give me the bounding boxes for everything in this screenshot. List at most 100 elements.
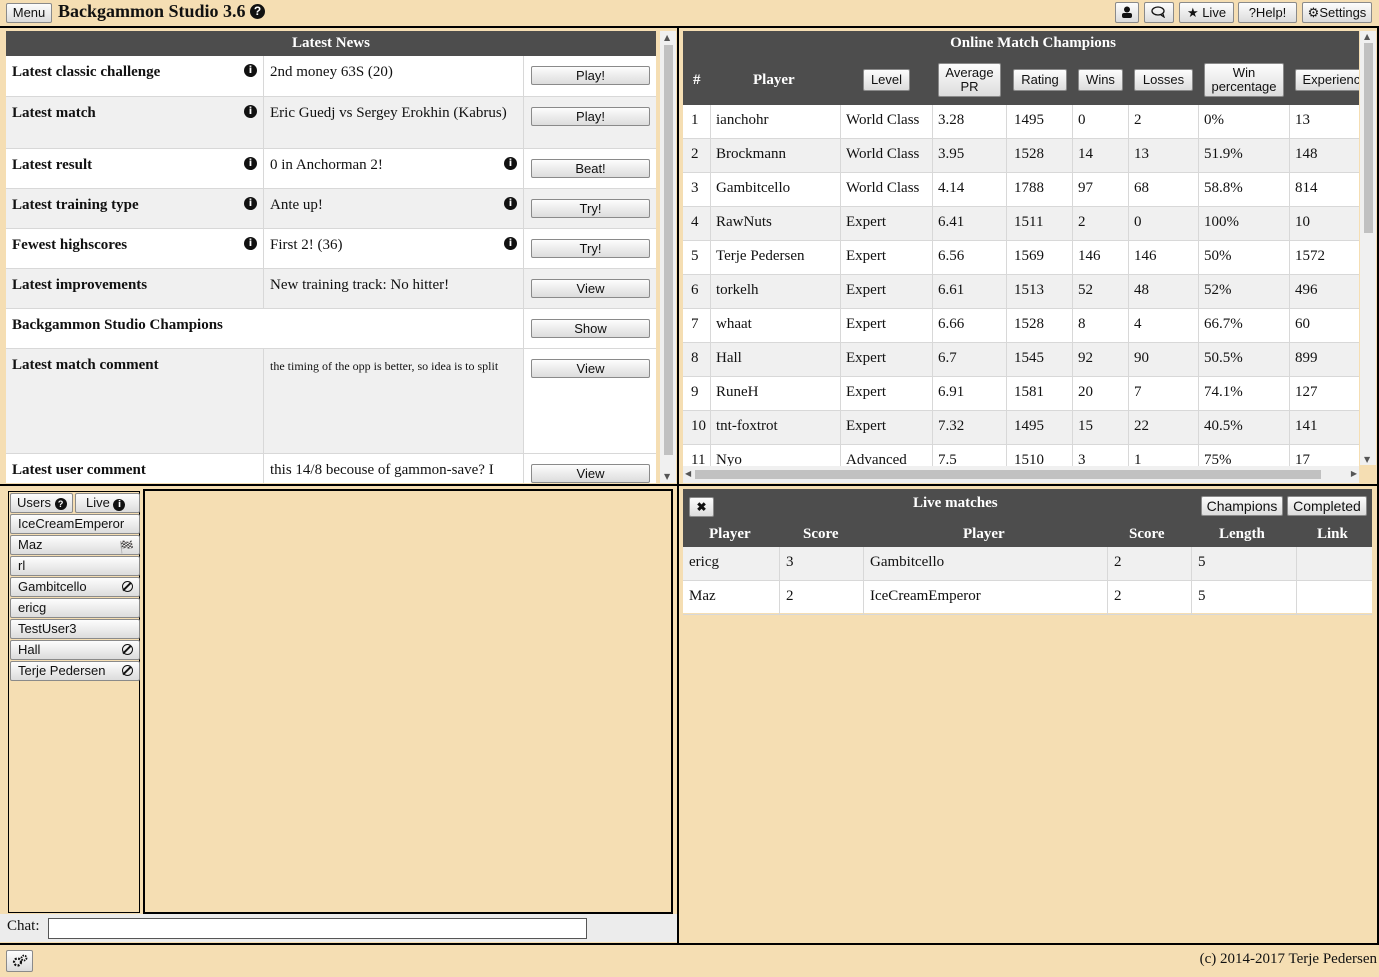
info-icon[interactable]: i <box>244 237 257 250</box>
champion-row[interactable]: 8 Hall Expert 6.7 1545 92 90 50.5% 899 <box>683 343 1359 377</box>
menu-button[interactable]: Menu <box>6 3 52 23</box>
champion-row[interactable]: 7 whaat Expert 6.66 1528 8 4 66.7% 60 <box>683 309 1359 343</box>
user-list-item[interactable]: IceCreamEmperor <box>10 514 140 534</box>
beat-button[interactable]: Beat! <box>531 159 650 178</box>
champion-row[interactable]: 10 tnt-foxtrot Expert 7.32 1495 15 22 40.5% 141 <box>683 411 1359 445</box>
user-list-item[interactable]: Terje Pedersen <box>10 661 140 681</box>
champions-button[interactable]: Champions <box>1201 496 1283 516</box>
champion-row[interactable]: 6 torkelh Expert 6.61 1513 52 48 52% 496 <box>683 275 1359 309</box>
champion-level-cell: Expert <box>846 316 886 332</box>
live-button[interactable]: ★ Live <box>1179 2 1234 23</box>
champion-rank-cell: 3 <box>691 180 699 196</box>
try-button[interactable]: Try! <box>531 199 650 218</box>
info-icon[interactable]: i <box>504 237 517 250</box>
user-list-item[interactable]: TestUser3 <box>10 619 140 639</box>
live-tab[interactable]: Live i <box>75 493 140 513</box>
scroll-thumb[interactable] <box>1364 43 1373 233</box>
user-icon-button[interactable] <box>1115 2 1139 23</box>
user-list-item[interactable]: rl <box>10 556 140 576</box>
cell-separator <box>1128 343 1129 376</box>
champions-horizontal-scrollbar[interactable]: ◀ ▶ <box>683 466 1359 483</box>
news-label: Latest match comment <box>12 357 159 373</box>
sort-win-pct-button[interactable]: Win percentage <box>1204 63 1284 97</box>
app-title: Backgammon Studio 3.6 ? <box>58 1 266 22</box>
champion-experience-cell: 17 <box>1295 452 1310 466</box>
sort-avg-pr-button[interactable]: Average PR <box>938 63 1001 97</box>
champion-row[interactable]: 2 Brockmann World Class 3.95 1528 14 13 51.9% 14… <box>683 139 1359 173</box>
cell-separator <box>1296 581 1297 614</box>
view-button[interactable]: View <box>531 464 650 483</box>
champions-vertical-scrollbar[interactable]: ▲ ▼ <box>1360 31 1376 465</box>
champion-player-cell: tnt-foxtrot <box>716 418 778 434</box>
champion-wins-cell: 20 <box>1078 384 1093 400</box>
chat-input[interactable] <box>48 918 587 939</box>
cell-separator <box>1198 275 1199 308</box>
user-list-item[interactable]: Gambitcello <box>10 577 140 597</box>
sort-rating-button[interactable]: Rating <box>1013 69 1067 91</box>
sort-losses-button[interactable]: Losses <box>1134 69 1193 91</box>
news-row-match-comment: Latest match comment the timing of the o… <box>6 349 656 454</box>
live-score2-cell: 2 <box>1114 588 1122 604</box>
live-match-row[interactable]: ericg 3 Gambitcello 2 5 <box>683 547 1372 581</box>
chat-icon-button[interactable] <box>1144 2 1174 23</box>
sort-level-button[interactable]: Level <box>863 69 910 91</box>
champion-experience-cell: 1572 <box>1295 248 1325 264</box>
live-player1-cell: ericg <box>689 554 719 570</box>
scroll-right-icon[interactable]: ▶ <box>1351 469 1357 478</box>
scroll-thumb[interactable] <box>695 470 1321 479</box>
sort-experience-button[interactable]: Experience <box>1295 69 1359 91</box>
scroll-up-icon[interactable]: ▲ <box>1364 32 1370 41</box>
champion-level-cell: Expert <box>846 418 886 434</box>
view-button[interactable]: View <box>531 359 650 378</box>
champion-player-cell: RawNuts <box>716 214 772 230</box>
users-tab[interactable]: Users ? <box>10 493 73 513</box>
settings-button[interactable]: ⚙Settings <box>1302 2 1372 23</box>
sort-wins-button[interactable]: Wins <box>1078 69 1123 91</box>
options-button[interactable] <box>6 950 33 972</box>
play-button[interactable]: Play! <box>531 107 650 126</box>
completed-button[interactable]: Completed <box>1287 496 1367 516</box>
view-button[interactable]: View <box>531 279 650 298</box>
cell-separator <box>1296 547 1297 580</box>
user-name: rl <box>18 558 26 573</box>
scroll-up-icon[interactable]: ▲ <box>664 33 670 42</box>
chat-label: Chat: <box>7 918 40 934</box>
cell-separator <box>1072 343 1073 376</box>
champion-row[interactable]: 1 ianchohr World Class 3.28 1495 0 2 0% 13 <box>683 105 1359 139</box>
cell-separator <box>1198 241 1199 274</box>
cell-separator <box>710 309 711 342</box>
close-icon[interactable]: ✖ <box>689 497 714 517</box>
champion-row[interactable]: 3 Gambitcello World Class 4.14 1788 97 68 58.8%… <box>683 173 1359 207</box>
champion-row[interactable]: 9 RuneH Expert 6.91 1581 20 7 74.1% 127 <box>683 377 1359 411</box>
champion-row[interactable]: 4 RawNuts Expert 6.41 1511 2 0 100% 10 <box>683 207 1359 241</box>
info-icon[interactable]: i <box>504 157 517 170</box>
live-match-row[interactable]: Maz 2 IceCreamEmperor 2 5 <box>683 581 1372 615</box>
champion-level-cell: World Class <box>846 146 920 162</box>
show-button[interactable]: Show <box>531 319 650 338</box>
help-circle-icon[interactable]: ? <box>250 4 266 19</box>
scroll-down-icon[interactable]: ▼ <box>664 472 670 481</box>
info-icon[interactable]: i <box>244 64 257 77</box>
info-icon[interactable]: i <box>244 157 257 170</box>
scroll-down-icon[interactable]: ▼ <box>1364 455 1370 464</box>
champion-row[interactable]: 5 Terje Pedersen Expert 6.56 1569 146 146 50% 15… <box>683 241 1359 275</box>
info-icon[interactable]: i <box>244 105 257 118</box>
champion-win-pct-cell: 51.9% <box>1204 146 1243 162</box>
help-button[interactable]: ?Help! <box>1238 2 1297 23</box>
try-button[interactable]: Try! <box>531 239 650 258</box>
info-icon: i <box>113 499 126 511</box>
cell-separator <box>779 547 780 580</box>
scroll-thumb[interactable] <box>664 45 673 455</box>
info-icon[interactable]: i <box>504 197 517 210</box>
info-icon[interactable]: i <box>244 197 257 210</box>
user-list-item[interactable]: Hall <box>10 640 140 660</box>
champion-row[interactable]: 11 Nyo Advanced 7.5 1510 3 1 75% 17 <box>683 445 1359 466</box>
news-scrollbar[interactable]: ▲ ▼ <box>660 31 676 483</box>
user-list-item[interactable]: Maz 🏁 <box>10 535 140 555</box>
play-button[interactable]: Play! <box>531 66 650 85</box>
champion-level-cell: World Class <box>846 180 920 196</box>
scroll-left-icon[interactable]: ◀ <box>685 469 691 478</box>
champion-losses-cell: 22 <box>1134 418 1149 434</box>
user-list-item[interactable]: ericg <box>10 598 140 618</box>
cell-separator <box>840 275 841 308</box>
